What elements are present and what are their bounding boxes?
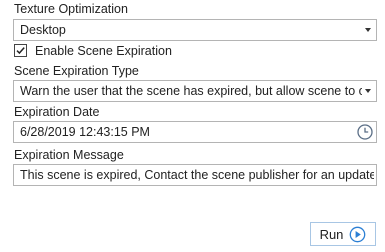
clock-icon[interactable] [356,123,374,141]
run-button-label: Run [319,226,344,242]
scene-expiration-type-dropdown[interactable]: Warn the user that the scene has expired… [13,80,377,102]
run-button[interactable]: Run [310,222,376,246]
checkmark-icon [16,47,25,55]
chevron-down-icon[interactable] [365,28,371,32]
enable-scene-expiration-checkbox[interactable] [14,44,27,57]
texture-optimization-value: Desktop [20,23,66,37]
scene-expiration-type-label: Scene Expiration Type [14,64,139,78]
expiration-date-field[interactable]: 6/28/2019 12:43:15 PM [13,121,377,143]
texture-optimization-label: Texture Optimization [14,2,128,16]
expiration-message-label: Expiration Message [14,148,124,162]
expiration-date-value: 6/28/2019 12:43:15 PM [20,125,150,139]
chevron-down-icon[interactable] [365,89,371,93]
scene-expiration-type-value: Warn the user that the scene has expired… [20,84,362,98]
play-circle-icon [350,226,366,242]
expiration-date-label: Expiration Date [14,105,100,119]
expiration-message-input[interactable]: This scene is expired, Contact the scene… [13,164,377,186]
texture-optimization-dropdown[interactable]: Desktop [13,19,377,41]
enable-scene-expiration-label[interactable]: Enable Scene Expiration [35,44,172,58]
expiration-message-value: This scene is expired, Contact the scene… [20,168,374,182]
